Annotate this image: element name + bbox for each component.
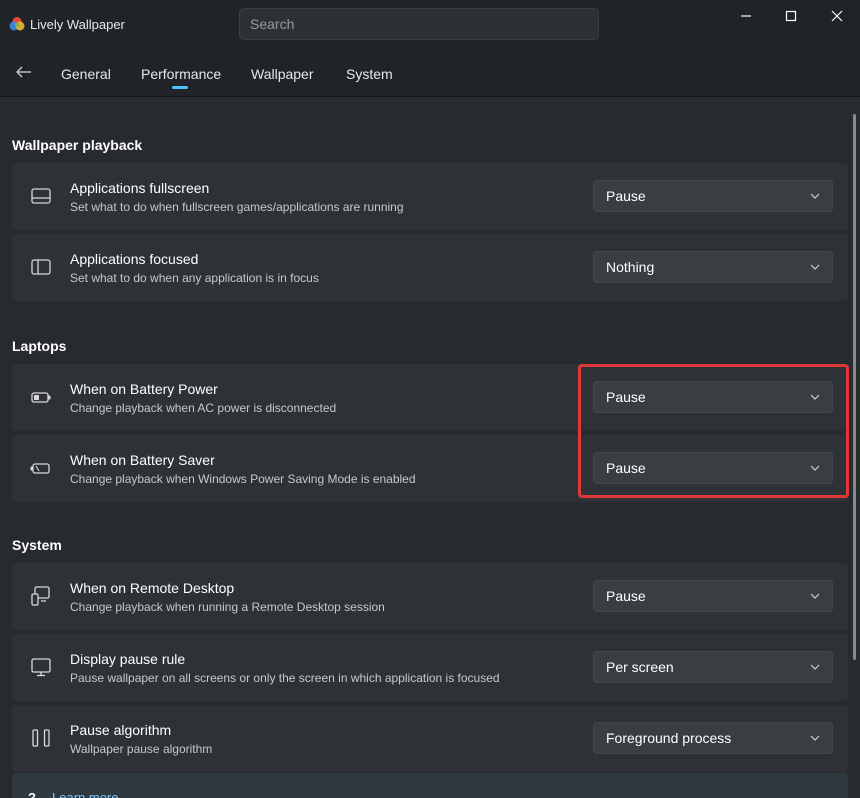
- dropdown-value: Foreground process: [606, 730, 732, 746]
- chevron-down-icon: [810, 735, 820, 741]
- focused-dropdown[interactable]: Nothing: [593, 251, 833, 283]
- battery-icon: [31, 392, 51, 403]
- setting-description: Set what to do when fullscreen games/app…: [70, 200, 404, 214]
- section-title-system: System: [12, 537, 62, 553]
- setting-title: Pause algorithm: [70, 722, 172, 738]
- dropdown-value: Nothing: [606, 259, 655, 275]
- setting-card-focused: Applications focused Set what to do when…: [12, 234, 848, 301]
- minimize-icon[interactable]: [736, 6, 756, 26]
- tab-wallpaper[interactable]: Wallpaper: [251, 66, 314, 82]
- remote-desktop-dropdown[interactable]: Pause: [593, 580, 833, 612]
- maximize-icon[interactable]: [781, 6, 801, 26]
- dropdown-value: Pause: [606, 188, 646, 204]
- chevron-down-icon: [810, 264, 820, 270]
- section-title-playback: Wallpaper playback: [12, 137, 143, 153]
- dropdown-value: Per screen: [606, 659, 674, 675]
- pause-icon: [32, 729, 50, 747]
- setting-title: When on Battery Saver: [70, 452, 215, 468]
- chevron-down-icon: [810, 465, 820, 471]
- active-tab-indicator: [172, 86, 188, 89]
- battery-saver-icon: [30, 463, 50, 474]
- nav-bar: General Performance Wallpaper System: [0, 48, 860, 96]
- dropdown-value: Pause: [606, 588, 646, 604]
- chevron-down-icon: [810, 664, 820, 670]
- setting-description: Wallpaper pause algorithm: [70, 742, 213, 756]
- setting-title: When on Remote Desktop: [70, 580, 235, 596]
- dropdown-value: Pause: [606, 460, 646, 476]
- setting-card-fullscreen: Applications fullscreen Set what to do w…: [12, 163, 848, 230]
- section-title-laptops: Laptops: [12, 338, 67, 354]
- display-pause-rule-dropdown[interactable]: Per screen: [593, 651, 833, 683]
- setting-card-remote-desktop: When on Remote Desktop Change playback w…: [12, 563, 848, 630]
- setting-description: Change playback when running a Remote De…: [70, 600, 385, 614]
- setting-description: Change playback when Windows Power Savin…: [70, 472, 416, 486]
- learn-more-bar: ? Learn more: [12, 773, 848, 798]
- chevron-down-icon: [810, 193, 820, 199]
- search-input[interactable]: Search: [239, 8, 599, 40]
- setting-title: Display pause rule: [70, 651, 186, 667]
- setting-title: Applications focused: [70, 251, 199, 267]
- learn-more-link[interactable]: Learn more: [52, 790, 118, 798]
- setting-card-pause-algorithm: Pause algorithm Wallpaper pause algorith…: [12, 705, 848, 772]
- remote-desktop-icon: [31, 586, 50, 606]
- setting-title: When on Battery Power: [70, 381, 218, 397]
- setting-description: Set what to do when any application is i…: [70, 271, 319, 285]
- fullscreen-icon: [31, 188, 51, 204]
- chevron-down-icon: [810, 593, 820, 599]
- setting-card-display-pause-rule: Display pause rule Pause wallpaper on al…: [12, 634, 848, 701]
- back-arrow-icon[interactable]: [15, 65, 33, 79]
- setting-card-battery-saver: When on Battery Saver Change playback wh…: [12, 435, 848, 502]
- tab-general[interactable]: General: [61, 66, 111, 82]
- fullscreen-dropdown[interactable]: Pause: [593, 180, 833, 212]
- setting-description: Pause wallpaper on all screens or only t…: [70, 671, 500, 685]
- focused-window-icon: [31, 259, 51, 275]
- setting-card-battery-power: When on Battery Power Change playback wh…: [12, 364, 848, 431]
- dropdown-value: Pause: [606, 389, 646, 405]
- monitor-icon: [31, 658, 51, 677]
- battery-saver-dropdown[interactable]: Pause: [593, 452, 833, 484]
- tab-performance[interactable]: Performance: [141, 66, 221, 82]
- close-icon[interactable]: [827, 6, 847, 26]
- title-bar: Lively Wallpaper Search: [0, 0, 860, 48]
- pause-algorithm-dropdown[interactable]: Foreground process: [593, 722, 833, 754]
- battery-power-dropdown[interactable]: Pause: [593, 381, 833, 413]
- setting-title: Applications fullscreen: [70, 180, 210, 196]
- app-logo-icon: [9, 17, 25, 31]
- help-icon: ?: [28, 790, 36, 798]
- setting-description: Change playback when AC power is disconn…: [70, 401, 337, 415]
- chevron-down-icon: [810, 394, 820, 400]
- tab-system[interactable]: System: [346, 66, 393, 82]
- app-title: Lively Wallpaper: [30, 17, 125, 32]
- scrollbar[interactable]: [853, 114, 856, 660]
